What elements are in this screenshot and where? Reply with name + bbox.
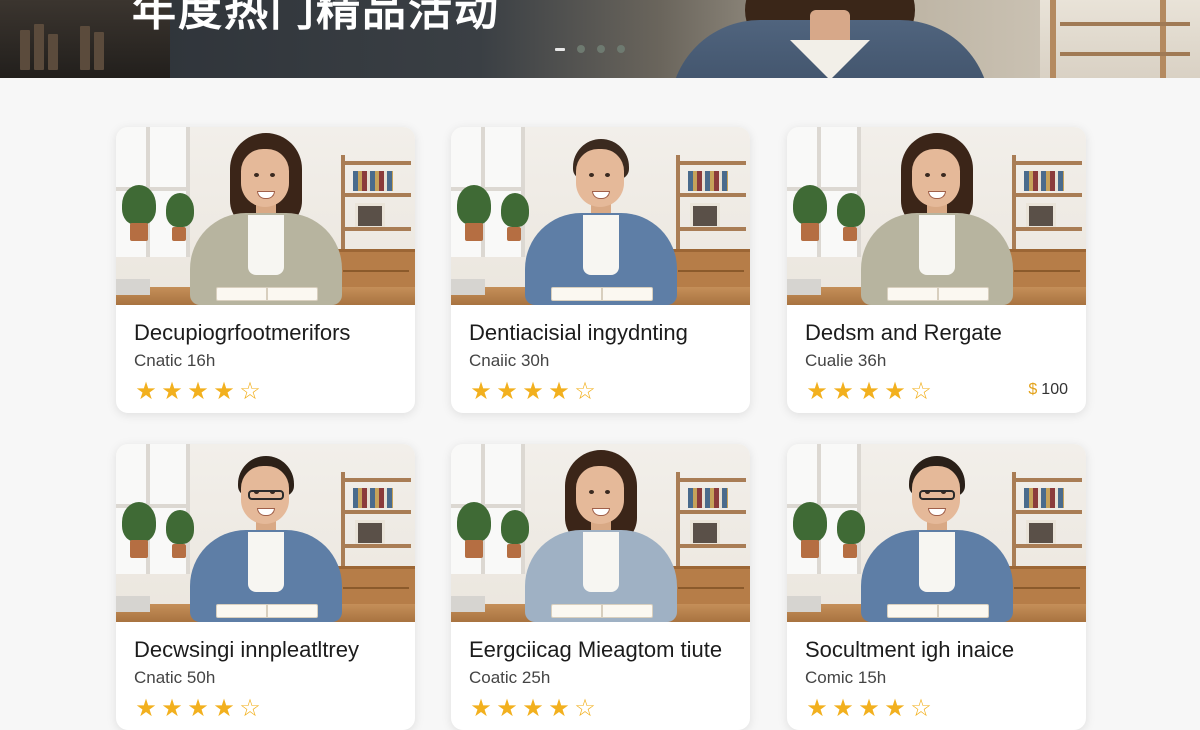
course-thumbnail[interactable] <box>451 127 750 305</box>
star-filled-icon: ★ <box>135 378 157 405</box>
star-filled-icon: ★ <box>858 695 880 722</box>
star-filled-icon: ★ <box>806 378 828 405</box>
star-filled-icon: ★ <box>522 695 544 722</box>
course-thumbnail[interactable] <box>451 444 750 622</box>
course-title[interactable]: Socultment igh inaice <box>805 636 1068 664</box>
course-card[interactable]: Dedsm and Rergate Cualie 36h ★ ★ ★ ★ ☆ $100 <box>787 127 1086 413</box>
open-book-icon <box>887 604 989 618</box>
dollar-icon: $ <box>1028 381 1038 398</box>
price-value: 100 <box>1041 381 1068 398</box>
carousel-dot-3[interactable] <box>597 45 605 53</box>
star-filled-icon: ★ <box>884 378 906 405</box>
carousel-dots <box>555 45 625 53</box>
star-filled-icon: ★ <box>806 695 828 722</box>
banner-person-image <box>670 0 990 78</box>
course-card[interactable]: Decwsingi innpleatltrey Cnatic 50h ★ ★ ★ ★ ☆ <box>116 444 415 730</box>
star-filled-icon: ★ <box>548 695 570 722</box>
course-card[interactable]: Socultment igh inaice Comic 15h ★ ★ ★ ★ ☆ <box>787 444 1086 730</box>
star-filled-icon: ★ <box>470 695 492 722</box>
course-thumbnail[interactable] <box>116 127 415 305</box>
star-filled-icon: ★ <box>496 695 518 722</box>
course-duration: Cnatic 16h <box>134 351 216 370</box>
course-title[interactable]: Decwsingi innpleatltrey <box>134 636 397 664</box>
instructor-photo <box>190 133 342 305</box>
price-tag: $100 <box>1028 381 1068 399</box>
star-filled-icon: ★ <box>858 378 880 405</box>
course-title[interactable]: Dentiacisial ingydnting <box>469 319 732 347</box>
star-filled-icon: ★ <box>470 378 492 405</box>
carousel-dot-4[interactable] <box>617 45 625 53</box>
instructor-photo <box>861 450 1013 622</box>
instructor-photo <box>190 450 342 622</box>
star-filled-icon: ★ <box>548 378 570 405</box>
star-filled-icon: ★ <box>213 378 235 405</box>
open-book-icon <box>216 287 318 301</box>
carousel-dot-2[interactable] <box>577 45 585 53</box>
star-outline-icon: ☆ <box>574 695 596 722</box>
open-book-icon <box>551 604 653 618</box>
course-title[interactable]: Decupiogrfootmerifors <box>134 319 397 347</box>
course-card[interactable]: Eergciicag Mieagtom tiute Coatic 25h ★ ★ ★… <box>451 444 750 730</box>
star-filled-icon: ★ <box>187 378 209 405</box>
star-outline-icon: ☆ <box>239 378 261 405</box>
carousel-dot-1[interactable] <box>555 47 565 51</box>
course-thumbnail[interactable] <box>787 127 1086 305</box>
star-filled-icon: ★ <box>832 378 854 405</box>
course-card[interactable]: Dentiacisial ingydnting Cnaiic 30h ★ ★ ★ ★ ☆ <box>451 127 750 413</box>
star-filled-icon: ★ <box>213 695 235 722</box>
hero-banner[interactable]: 年度热门精品活动 <box>0 0 1200 78</box>
course-thumbnail[interactable] <box>787 444 1086 622</box>
course-duration: Cnaiic 30h <box>469 351 550 370</box>
course-grid: Decupiogrfootmerifors Cnatic 16h ★ ★ ★ ★ ☆ <box>116 127 1086 730</box>
course-title[interactable]: Dedsm and Rergate <box>805 319 1068 347</box>
star-filled-icon: ★ <box>832 695 854 722</box>
star-rating: ★ ★ ★ ★ ☆ <box>134 379 397 405</box>
course-card[interactable]: Decupiogrfootmerifors Cnatic 16h ★ ★ ★ ★ ☆ <box>116 127 415 413</box>
star-outline-icon: ☆ <box>910 695 932 722</box>
star-rating: ★ ★ ★ ★ ☆ <box>469 379 732 405</box>
star-outline-icon: ☆ <box>910 378 932 405</box>
course-title[interactable]: Eergciicag Mieagtom tiute <box>469 636 732 664</box>
star-rating: ★ ★ ★ ★ ☆ <box>134 696 397 722</box>
star-outline-icon: ☆ <box>574 378 596 405</box>
course-thumbnail[interactable] <box>116 444 415 622</box>
open-book-icon <box>551 287 653 301</box>
star-filled-icon: ★ <box>496 378 518 405</box>
course-duration: Coatic 25h <box>469 668 551 687</box>
course-duration: Cnatic 50h <box>134 668 216 687</box>
star-filled-icon: ★ <box>161 695 183 722</box>
open-book-icon <box>216 604 318 618</box>
star-filled-icon: ★ <box>884 695 906 722</box>
star-rating: ★ ★ ★ ★ ☆ <box>805 696 1068 722</box>
star-outline-icon: ☆ <box>239 695 261 722</box>
course-duration: Cualie 36h <box>805 351 887 370</box>
banner-title: 年度热门精品活动 <box>132 0 500 35</box>
star-rating: ★ ★ ★ ★ ☆ <box>469 696 732 722</box>
open-book-icon <box>887 287 989 301</box>
star-filled-icon: ★ <box>522 378 544 405</box>
star-filled-icon: ★ <box>161 378 183 405</box>
instructor-photo <box>525 133 677 305</box>
banner-room-image <box>1040 0 1200 78</box>
star-filled-icon: ★ <box>187 695 209 722</box>
course-duration: Comic 15h <box>805 668 887 687</box>
instructor-photo <box>861 133 1013 305</box>
star-filled-icon: ★ <box>135 695 157 722</box>
instructor-photo <box>525 450 677 622</box>
